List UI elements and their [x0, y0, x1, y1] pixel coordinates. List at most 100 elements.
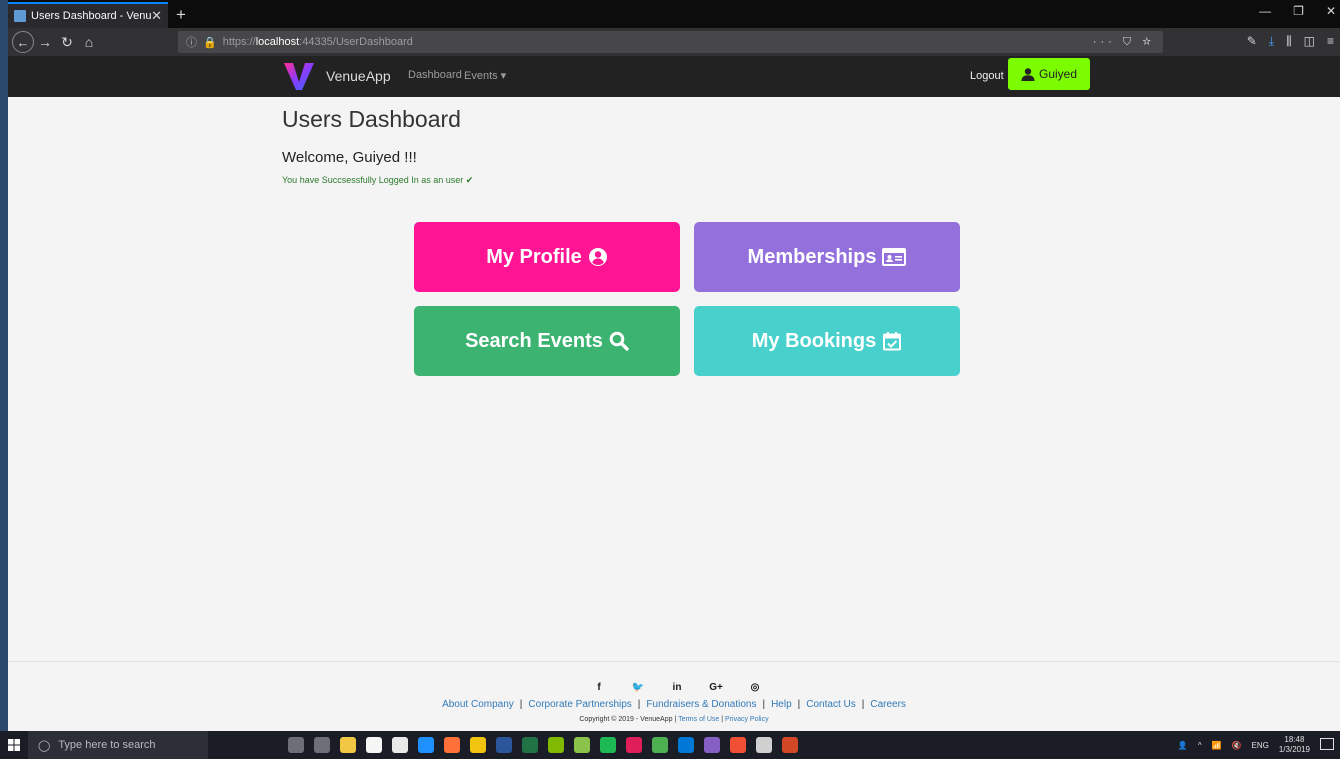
logout-link[interactable]: Logout: [970, 70, 1004, 82]
close-window-icon[interactable]: ✕: [1326, 4, 1336, 18]
reload-icon[interactable]: ↻: [56, 34, 78, 51]
clock-time: 18:48: [1284, 735, 1305, 744]
social-links: f 🐦 in G+ ◎: [592, 680, 762, 694]
user-circle-icon: [588, 248, 607, 266]
store-icon[interactable]: [366, 737, 382, 753]
separator: |: [637, 699, 641, 710]
download-icon[interactable]: ⤓: [1269, 34, 1274, 49]
taskbar-search-placeholder: Type here to search: [58, 739, 156, 751]
notifications-icon[interactable]: [1320, 738, 1334, 750]
page-actions-icon[interactable]: ··· ⛉ ☆: [1093, 36, 1155, 49]
copyright-text: Copyright © 2019 - VenueApp |: [579, 716, 677, 723]
my-profile-label: My Profile: [486, 245, 582, 268]
twitter-icon[interactable]: 🐦: [631, 680, 645, 694]
search-events-button[interactable]: Search Events: [414, 306, 680, 376]
help-link[interactable]: Help: [771, 699, 792, 710]
taskbar-apps: [288, 737, 798, 753]
spotify-icon[interactable]: [600, 737, 616, 753]
contact-us-link[interactable]: Contact Us: [806, 699, 855, 710]
address-bar[interactable]: ⓘ 🔒 https:// localhost :44335/UserDashbo…: [178, 31, 1163, 53]
brand[interactable]: VenueApp: [282, 60, 391, 92]
lock-warning-icon[interactable]: 🔒: [203, 36, 217, 49]
memberships-button[interactable]: Memberships: [694, 222, 960, 292]
google-plus-icon[interactable]: G+: [709, 680, 723, 694]
toolbar-icons: ✎ ⤓ ⫼ ◫ ≡: [1247, 34, 1334, 49]
nav-dashboard-link[interactable]: Dashboard: [408, 69, 462, 81]
url-protocol: https://: [222, 36, 256, 48]
careers-link[interactable]: Careers: [870, 699, 906, 710]
app-icon[interactable]: [652, 737, 668, 753]
microphone-icon[interactable]: [288, 737, 304, 753]
sidebar-icon[interactable]: ◫: [1304, 34, 1315, 49]
menu-icon[interactable]: ≡: [1327, 34, 1334, 49]
slack-icon[interactable]: [626, 737, 642, 753]
my-profile-button[interactable]: My Profile: [414, 222, 680, 292]
minimize-icon[interactable]: —: [1259, 4, 1271, 18]
network-icon[interactable]: 📶: [1212, 741, 1222, 750]
about-company-link[interactable]: About Company: [442, 699, 514, 710]
corporate-partnerships-link[interactable]: Corporate Partnerships: [528, 699, 631, 710]
privacy-link[interactable]: Privacy Policy: [725, 716, 769, 723]
language-indicator[interactable]: ENG: [1252, 741, 1269, 750]
tools-icon[interactable]: ✎: [1247, 34, 1257, 49]
mail-icon[interactable]: [392, 737, 408, 753]
project-icon[interactable]: [548, 737, 564, 753]
user-name: Guiyed: [1038, 67, 1078, 81]
separator: |: [762, 699, 766, 710]
people-icon[interactable]: 👤: [1178, 741, 1188, 750]
fundraisers-link[interactable]: Fundraisers & Donations: [646, 699, 756, 710]
volume-icon[interactable]: 🔇: [1232, 741, 1242, 750]
restore-icon[interactable]: ❐: [1293, 4, 1304, 18]
excel-icon[interactable]: [522, 737, 538, 753]
library-icon[interactable]: ⫼: [1286, 34, 1292, 49]
windows-logo-icon: [8, 739, 20, 751]
back-button[interactable]: ←: [12, 31, 34, 53]
info-icon[interactable]: ⓘ: [186, 34, 197, 50]
system-tray: 👤 ^ 📶 🔇 ENG 18:48 1/3/2019: [1178, 735, 1310, 755]
word-icon[interactable]: [496, 737, 512, 753]
tab-bar: Users Dashboard - VenueApp ✕ + — ❐ ✕: [8, 0, 1340, 28]
login-success-message: You have Succsessfully Logged In as an u…: [282, 175, 474, 185]
file-explorer-icon[interactable]: [340, 737, 356, 753]
edge-icon[interactable]: [418, 737, 434, 753]
terms-link[interactable]: Terms of Use: [678, 716, 719, 723]
new-tab-button[interactable]: +: [168, 2, 194, 28]
clock[interactable]: 18:48 1/3/2019: [1279, 735, 1310, 755]
memberships-label: Memberships: [747, 245, 877, 268]
id-card-icon: [882, 248, 907, 266]
github-icon[interactable]: [756, 737, 772, 753]
welcome-message: Welcome, Guiyed !!!: [282, 149, 417, 166]
chrome-icon[interactable]: [470, 737, 486, 753]
my-bookings-label: My Bookings: [751, 329, 877, 352]
home-icon[interactable]: ⌂: [78, 34, 100, 50]
separator: |: [797, 699, 801, 710]
browser-toolbar: ← → ↻ ⌂ ⓘ 🔒 https:// localhost :44335/Us…: [8, 28, 1340, 56]
search-events-label: Search Events: [465, 329, 603, 352]
instagram-icon[interactable]: ◎: [748, 680, 762, 694]
close-tab-icon[interactable]: ✕: [151, 8, 162, 24]
venueapp-logo-icon: [284, 63, 314, 90]
separator: |: [519, 699, 523, 710]
taskbar-search[interactable]: ◯ Type here to search: [28, 731, 208, 759]
task-view-icon[interactable]: [314, 737, 330, 753]
brand-name: VenueApp: [326, 68, 391, 84]
linkedin-icon[interactable]: in: [670, 680, 684, 694]
forward-icon[interactable]: →: [34, 34, 56, 50]
windows-start-button[interactable]: [0, 739, 28, 751]
powerpoint-icon[interactable]: [782, 737, 798, 753]
browser-window: Users Dashboard - VenueApp ✕ + — ❐ ✕ ← →…: [8, 0, 1340, 731]
site-header: VenueApp Dashboard Events ▾ Logout Guiye…: [8, 56, 1340, 97]
user-profile-button[interactable]: Guiyed: [1008, 58, 1090, 90]
tab-users-dashboard[interactable]: Users Dashboard - VenueApp ✕: [8, 2, 168, 28]
tray-chevron-icon[interactable]: ^: [1198, 741, 1202, 750]
facebook-icon[interactable]: f: [592, 680, 606, 694]
windows-taskbar: ◯ Type here to search 👤 ^ 📶 🔇 ENG 18:48 …: [0, 731, 1340, 759]
firefox-icon[interactable]: [444, 737, 460, 753]
my-bookings-button[interactable]: My Bookings: [694, 306, 960, 376]
visual-studio-icon[interactable]: [704, 737, 720, 753]
git-icon[interactable]: [730, 737, 746, 753]
cortana-circle-icon: ◯: [38, 739, 51, 752]
vscode-icon[interactable]: [678, 737, 694, 753]
nav-events-dropdown[interactable]: Events ▾: [464, 69, 506, 82]
app-icon[interactable]: [574, 737, 590, 753]
